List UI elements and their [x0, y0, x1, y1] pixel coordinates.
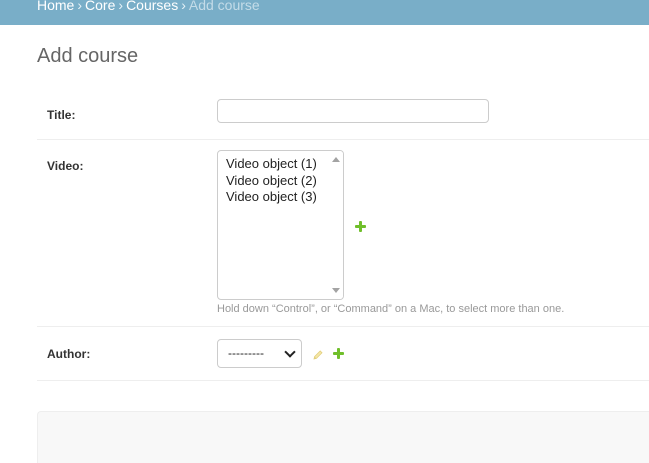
video-multi-select[interactable]: Video object (1) Video object (2) Video … [217, 150, 344, 300]
breadcrumb-home-link[interactable]: Home [37, 0, 74, 13]
video-option[interactable]: Video object (3) [226, 189, 317, 206]
video-option[interactable]: Video object (1) [226, 156, 317, 173]
breadcrumb-current: Add course [188, 0, 260, 13]
form-row-video: Video: Video object (1) Video object (2)… [37, 140, 649, 327]
author-select[interactable]: --------- [217, 339, 302, 368]
form-row-title: Title: [37, 88, 649, 140]
breadcrumb-core-link[interactable]: Core [85, 0, 115, 13]
scroll-up-icon[interactable] [332, 157, 340, 162]
video-label: Video: [47, 159, 84, 173]
title-label: Title: [47, 108, 76, 122]
breadcrumb-separator: › [77, 0, 83, 13]
video-scrollbar[interactable] [329, 151, 343, 299]
breadcrumb-separator: › [118, 0, 124, 13]
video-options-list: Video object (1) Video object (2) Video … [226, 156, 317, 206]
author-select-value: --------- [228, 346, 264, 360]
submit-row [37, 411, 649, 463]
pencil-icon[interactable] [312, 348, 324, 360]
add-video-icon[interactable] [355, 221, 366, 232]
breadcrumb: Home › Core › Courses › Add course [0, 0, 649, 25]
breadcrumb-trail: Home › Core › Courses › Add course [37, 0, 260, 13]
add-author-icon[interactable] [333, 348, 344, 359]
form-row-author: Author: --------- [37, 327, 649, 381]
breadcrumb-separator: › [181, 0, 186, 13]
breadcrumb-courses-link[interactable]: Courses [126, 0, 178, 13]
chevron-down-icon [284, 346, 296, 358]
scroll-down-icon[interactable] [332, 288, 340, 293]
author-label: Author: [47, 347, 91, 361]
video-help-text: Hold down “Control”, or “Command” on a M… [217, 303, 565, 315]
video-option[interactable]: Video object (2) [226, 173, 317, 190]
title-input[interactable] [217, 99, 489, 123]
page-title: Add course [37, 45, 139, 67]
